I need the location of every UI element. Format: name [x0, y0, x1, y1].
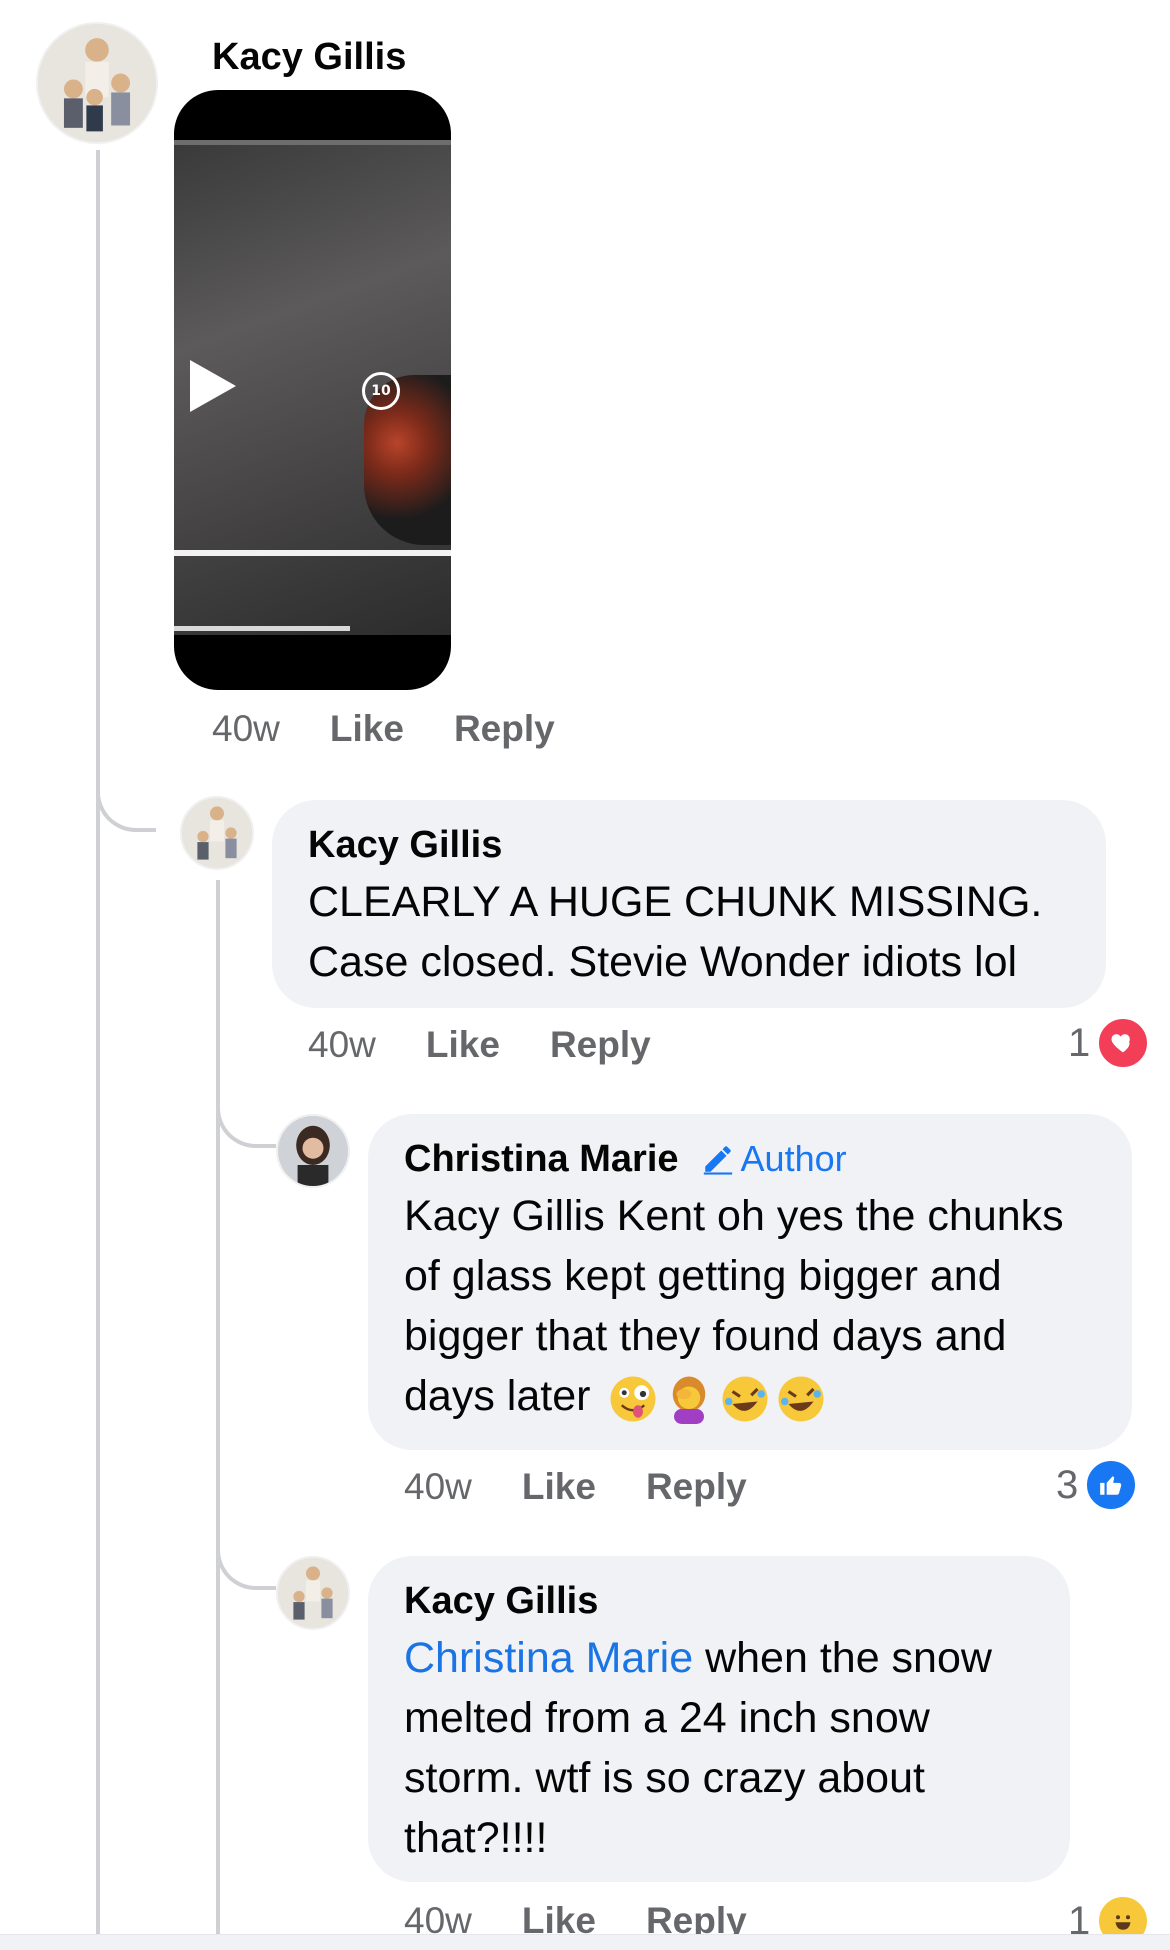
- comment-bubble: Christina Marie Author Kacy Gillis Kent …: [368, 1114, 1132, 1450]
- comments-thread: Kacy Gillis 10 40w Like Reply Kacy Gilli…: [0, 0, 1170, 1950]
- comment-author[interactable]: Christina Marie: [404, 1136, 679, 1182]
- comment-author[interactable]: Kacy Gillis: [404, 1578, 1034, 1624]
- thumbs-up-icon: [1084, 1458, 1139, 1512]
- comment-time[interactable]: 40w: [212, 708, 280, 750]
- video-divider: [174, 550, 451, 556]
- family-photo-icon: [38, 24, 156, 142]
- reply-button[interactable]: Reply: [550, 1024, 651, 1066]
- family-photo-icon: [278, 1558, 348, 1628]
- crazy-face-emoji-icon: [608, 1374, 658, 1424]
- comment-author[interactable]: Kacy Gillis: [212, 36, 406, 79]
- facepalm-emoji-icon: [664, 1374, 714, 1424]
- thread-connector: [216, 1098, 276, 1148]
- comment-text-wrap: Kacy Gillis Kent oh yes the chunks of gl…: [404, 1186, 1096, 1426]
- avatar[interactable]: [180, 796, 254, 870]
- like-button[interactable]: Like: [426, 1024, 500, 1066]
- comment-author[interactable]: Kacy Gillis: [308, 822, 1070, 868]
- heart-icon: [1096, 1016, 1151, 1070]
- rolling-laughing-emoji-icon: [776, 1374, 826, 1424]
- comment-text: CLEARLY A HUGE CHUNK MISSING. Case close…: [308, 878, 1043, 986]
- comment-time[interactable]: 40w: [404, 1466, 472, 1508]
- reaction-count: 3: [1056, 1462, 1079, 1507]
- comment-author-row: Christina Marie Author: [404, 1136, 1096, 1182]
- replay-10-icon[interactable]: 10: [362, 372, 400, 410]
- bottom-edge: [0, 1934, 1170, 1950]
- video-progress-bar[interactable]: [174, 626, 350, 631]
- profile-photo-icon: [278, 1116, 348, 1186]
- reaction-summary[interactable]: 3: [1056, 1458, 1139, 1512]
- video-player[interactable]: 10: [174, 90, 451, 690]
- comment-meta: 40w Like Reply: [404, 1466, 797, 1508]
- avatar[interactable]: [276, 1556, 350, 1630]
- mention-link[interactable]: Christina Marie: [404, 1634, 693, 1682]
- thread-line-sub: [216, 880, 220, 1950]
- comment-meta: 40w Like Reply: [308, 1024, 701, 1066]
- comment-bubble: Kacy Gillis Christina Marie when the sno…: [368, 1556, 1070, 1882]
- thread-line-main: [96, 150, 100, 1950]
- thread-connector: [96, 778, 156, 832]
- like-button[interactable]: Like: [522, 1466, 596, 1508]
- reaction-summary[interactable]: 1: [1068, 1016, 1151, 1070]
- comment-meta: 40w Like Reply: [212, 708, 605, 750]
- comment-text-wrap: Christina Marie when the snow melted fro…: [404, 1628, 1034, 1868]
- comment-bubble: Kacy Gillis CLEARLY A HUGE CHUNK MISSING…: [272, 800, 1106, 1008]
- author-badge: Author: [701, 1136, 847, 1182]
- rolling-laughing-emoji-icon: [720, 1374, 770, 1424]
- pencil-icon: [703, 1146, 732, 1175]
- avatar[interactable]: [36, 22, 158, 144]
- author-badge-label: Author: [740, 1138, 847, 1179]
- thread-connector: [216, 1540, 276, 1590]
- comment-time[interactable]: 40w: [308, 1024, 376, 1066]
- reply-button[interactable]: Reply: [646, 1466, 747, 1508]
- family-photo-icon: [182, 798, 252, 868]
- reaction-count: 1: [1068, 1020, 1091, 1065]
- like-button[interactable]: Like: [330, 708, 404, 750]
- play-icon[interactable]: [190, 360, 236, 412]
- reply-button[interactable]: Reply: [454, 708, 555, 750]
- avatar[interactable]: [276, 1114, 350, 1188]
